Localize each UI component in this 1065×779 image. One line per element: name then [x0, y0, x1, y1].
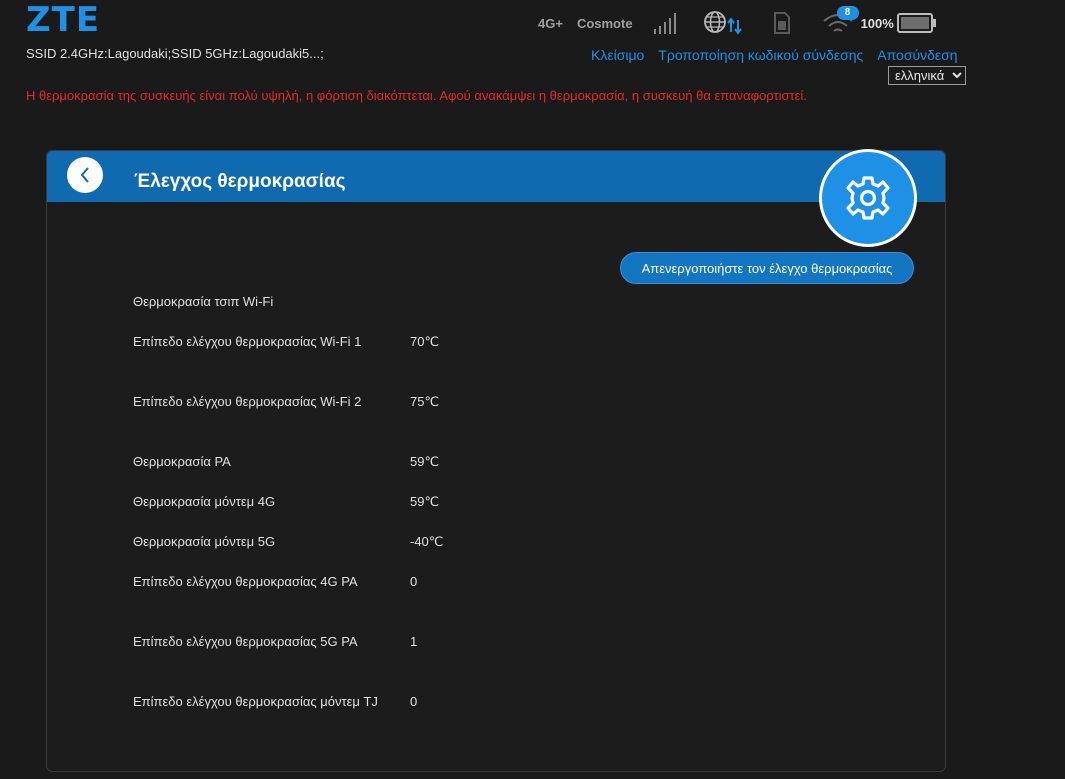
- temperature-row: Θερμοκρασία τσιπ Wi-Fi: [133, 292, 410, 312]
- signal-icon: [653, 13, 676, 34]
- back-icon: [80, 167, 89, 183]
- temperature-row-label: Θερμοκρασία μόντεμ 4G: [133, 494, 276, 509]
- temperature-row-label: Θερμοκρασία τσιπ Wi-Fi: [133, 294, 274, 309]
- temperature-row-value: 59℃: [410, 494, 440, 509]
- zte-logo: ZTE: [26, 0, 101, 40]
- temperature-row-value: 75℃: [410, 394, 440, 409]
- temperature-row: Θερμοκρασία μόντεμ 5G -40℃: [133, 532, 443, 552]
- globe-icon: [703, 11, 742, 35]
- temperature-control-card: Έλεγχος θερμοκρασίας Απενεργοποιήστε τον…: [46, 149, 946, 772]
- sim-card-icon: [773, 12, 790, 34]
- temperature-row-label: Επίπεδο ελέγχου θερμοκρασίας 4G PA: [133, 574, 358, 589]
- page: ZTE SSID 2.4GHz:Lagoudaki;SSID 5GHz:Lago…: [0, 0, 1065, 779]
- temperature-row-value: -40℃: [410, 534, 444, 549]
- back-button[interactable]: [67, 157, 103, 193]
- temperature-row-value: 0: [410, 574, 418, 589]
- temperature-row: Επίπεδο ελέγχου θερμοκρασίας Wi-Fi 1 70℃: [133, 332, 439, 352]
- temperature-row-label: Επίπεδο ελέγχου θερμοκρασίας μόντεμ TJ: [133, 694, 378, 709]
- disable-temperature-control-button[interactable]: Απενεργοποιήστε τον έλεγχο θερμοκρασίας: [620, 252, 914, 284]
- operator-name: Cosmote: [576, 15, 633, 31]
- top-links: Κλείσιμο Τροποποίηση κωδικού σύνδεσης Απ…: [591, 47, 958, 63]
- temperature-row: Θερμοκρασία μόντεμ 4G 59℃: [133, 492, 439, 512]
- status-bar: 4G+ Cosmote 8 100%: [538, 6, 937, 38]
- temperature-row-value: 70℃: [410, 334, 440, 349]
- settings-badge: [819, 149, 917, 247]
- network-type: 4G+: [538, 15, 563, 31]
- temperature-row-label: Θερμοκρασία μόντεμ 5G: [133, 534, 276, 549]
- battery-percent: 100%: [860, 15, 894, 31]
- battery-icon: [896, 13, 936, 33]
- shutdown-link[interactable]: Κλείσιμο: [591, 47, 644, 63]
- temperature-row-label: Θερμοκρασία PA: [133, 454, 231, 469]
- gear-icon: [846, 176, 890, 220]
- temperature-row-value: 59℃: [410, 454, 440, 469]
- wifi-status: 8: [821, 6, 859, 37]
- change-password-link[interactable]: Τροποποίηση κωδικού σύνδεσης: [658, 47, 863, 63]
- logout-link[interactable]: Αποσύνδεση: [877, 47, 957, 63]
- temperature-row: Επίπεδο ελέγχου θερμοκρασίας 5G PA 1: [133, 632, 417, 652]
- language-select[interactable]: ελληνικά: [888, 66, 966, 85]
- temperature-row: Επίπεδο ελέγχου θερμοκρασίας μόντεμ TJ 0: [133, 692, 417, 712]
- card-title: Έλεγχος θερμοκρασίας: [134, 171, 346, 192]
- overheat-warning: Η θερμοκρασία της συσκευής είναι πολύ υψ…: [26, 88, 807, 103]
- wifi-clients-badge: 8: [836, 6, 859, 20]
- ssid-text: SSID 2.4GHz:Lagoudaki;SSID 5GHz:Lagoudak…: [26, 46, 324, 61]
- temperature-row-label: Επίπεδο ελέγχου θερμοκρασίας 5G PA: [133, 634, 358, 649]
- temperature-row: Θερμοκρασία PA 59℃: [133, 452, 439, 472]
- temperature-row-value: 1: [410, 634, 418, 649]
- temperature-row-value: 0: [410, 694, 418, 709]
- temperature-row: Επίπεδο ελέγχου θερμοκρασίας 4G PA 0: [133, 572, 417, 592]
- card-header: Έλεγχος θερμοκρασίας: [47, 151, 945, 202]
- temperature-row-label: Επίπεδο ελέγχου θερμοκρασίας Wi-Fi 2: [133, 394, 362, 409]
- temperature-row: Επίπεδο ελέγχου θερμοκρασίας Wi-Fi 2 75℃: [133, 392, 439, 412]
- temperature-row-label: Επίπεδο ελέγχου θερμοκρασίας Wi-Fi 1: [133, 334, 362, 349]
